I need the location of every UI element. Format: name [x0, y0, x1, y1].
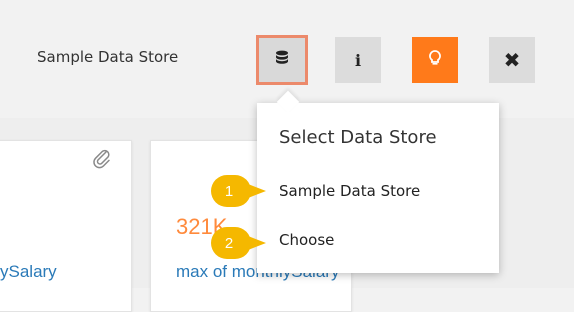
- dropdown-header: Select Data Store: [279, 127, 437, 148]
- step-marker-1: 1: [210, 174, 266, 208]
- lightbulb-icon: [429, 49, 441, 71]
- step-number: 2: [224, 234, 234, 252]
- data-store-button[interactable]: [256, 35, 308, 85]
- dropdown-item-choose[interactable]: Choose: [279, 231, 334, 249]
- data-store-dropdown: Select Data Store Sample Data Store Choo…: [257, 103, 499, 273]
- info-button[interactable]: i: [335, 37, 381, 83]
- data-store-label: Sample Data Store: [37, 48, 179, 66]
- kpi-card-left-title: ySalary: [0, 262, 57, 281]
- step-number: 1: [224, 182, 234, 200]
- kpi-card-left[interactable]: [0, 140, 132, 312]
- close-button[interactable]: ✖: [489, 37, 535, 83]
- step-marker-2: 2: [210, 226, 266, 260]
- database-icon: [275, 50, 289, 71]
- paperclip-icon[interactable]: [92, 148, 112, 175]
- lightbulb-button[interactable]: [412, 37, 458, 83]
- info-icon: i: [354, 50, 362, 70]
- close-icon: ✖: [503, 48, 521, 72]
- dropdown-item-sample-data-store[interactable]: Sample Data Store: [279, 182, 420, 200]
